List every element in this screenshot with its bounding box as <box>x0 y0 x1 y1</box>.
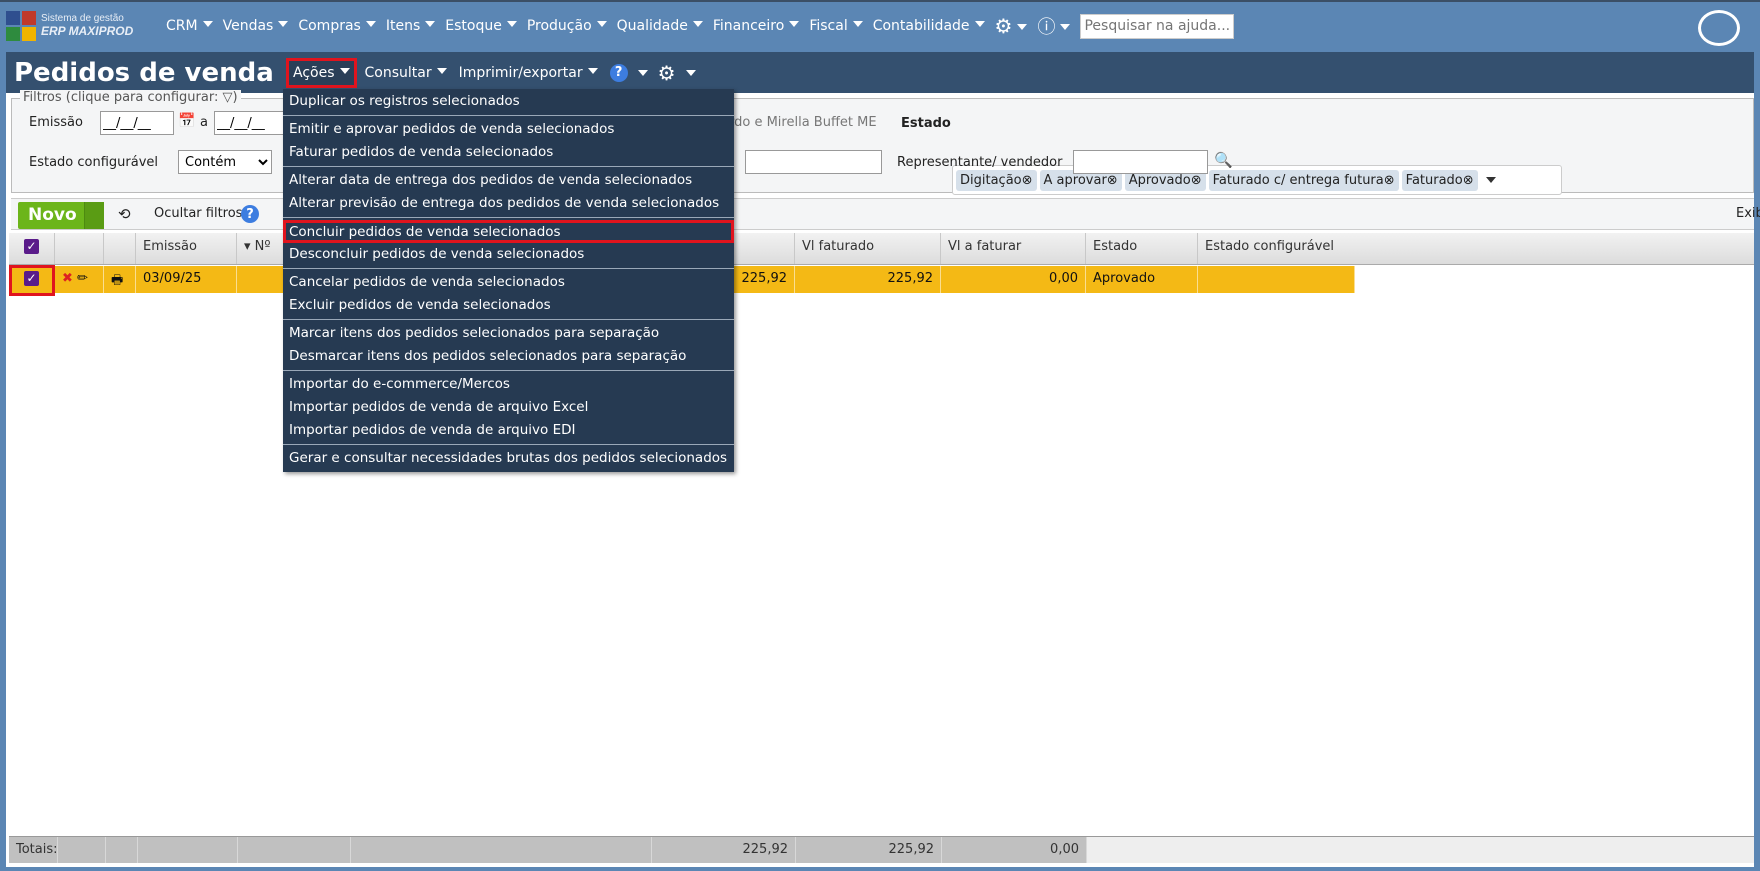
col-vl-a-faturar[interactable]: Vl a faturar <box>941 233 1086 264</box>
estado-configuravel-label: Estado configurável <box>29 155 159 170</box>
help-icon[interactable]: ? <box>609 63 628 82</box>
representante-input[interactable] <box>1073 150 1208 174</box>
col-vl-faturado[interactable]: Vl faturado <box>795 233 941 264</box>
caret-down-icon <box>789 21 800 27</box>
menu-importar-edi[interactable]: Importar pedidos de venda de arquivo EDI <box>283 419 734 442</box>
nav-qualidade[interactable]: Qualidade <box>617 18 703 34</box>
logo[interactable]: Sistema de gestão ERP MAXIPROD <box>6 11 156 41</box>
menu-desmarcar-separacao[interactable]: Desmarcar itens dos pedidos selecionados… <box>283 345 734 368</box>
main-panel: Pedidos de venda Ações Consultar Imprimi… <box>6 52 1760 867</box>
nav-compras[interactable]: Compras <box>298 18 376 34</box>
search-icon[interactable]: 🔍 <box>1214 151 1233 169</box>
edit-pencil-icon[interactable]: ✏ <box>77 271 88 286</box>
menu-importar-excel[interactable]: Importar pedidos de venda de arquivo Exc… <box>283 396 734 419</box>
acoes-dropdown-menu: Duplicar os registros selecionados Emiti… <box>283 89 734 472</box>
settings-gear-icon[interactable]: ⚙ <box>995 14 1028 38</box>
exibir-partial[interactable]: Exib <box>1736 206 1760 221</box>
page-title: Pedidos de venda <box>14 57 274 88</box>
help-search-input[interactable] <box>1080 13 1235 39</box>
caret-down-icon <box>202 21 213 27</box>
acoes-menu-button[interactable]: Ações <box>286 57 357 88</box>
menu-desconcluir[interactable]: Desconcluir pedidos de venda selecionado… <box>283 243 734 266</box>
menu-emitir-aprovar[interactable]: Emitir e aprovar pedidos de venda seleci… <box>283 118 734 141</box>
caret-down-icon <box>425 21 436 27</box>
help-icon[interactable]: ? <box>241 205 259 223</box>
help-circle-icon[interactable]: ⓘ <box>1037 13 1071 39</box>
novo-button[interactable]: Novo <box>18 202 104 229</box>
logo-line2: ERP MAXIPROD <box>41 24 134 38</box>
calendar-icon[interactable]: 📅 <box>178 113 195 129</box>
nav-contabilidade[interactable]: Contabilidade <box>873 18 985 34</box>
menu-cancelar[interactable]: Cancelar pedidos de venda selecionados <box>283 271 734 294</box>
nav-itens[interactable]: Itens <box>386 18 436 34</box>
emissao-to-input[interactable] <box>214 111 288 135</box>
estado-label: Estado <box>901 116 951 131</box>
delete-icon[interactable]: ✖ <box>62 271 73 286</box>
menu-necessidades-brutas[interactable]: Gerar e consultar necessidades brutas do… <box>283 447 734 470</box>
gear-icon[interactable]: ⚙ <box>658 61 676 85</box>
col-estado-configuravel[interactable]: Estado configurável <box>1198 233 1754 264</box>
nav-fiscal[interactable]: Fiscal <box>809 18 863 34</box>
cliente-partial: rdo e Mirella Buffet ME <box>729 115 877 130</box>
nav-producao[interactable]: Produção <box>527 18 607 34</box>
nav-crm[interactable]: CRM <box>166 18 213 34</box>
menu-importar-ecommerce[interactable]: Importar do e-commerce/Mercos <box>283 373 734 396</box>
top-navigation: Sistema de gestão ERP MAXIPROD CRM Vendas… <box>0 0 1760 50</box>
menu-marcar-separacao[interactable]: Marcar itens dos pedidos selecionados pa… <box>283 322 734 345</box>
total-vl-faturado: 225,92 <box>796 837 942 863</box>
emissao-label: Emissão <box>29 115 83 130</box>
estado-tag[interactable]: Faturado c/ entrega futura⊗ <box>1208 169 1399 191</box>
title-bar: Pedidos de venda Ações Consultar Imprimi… <box>6 52 1754 93</box>
refresh-icon[interactable]: ⟲ <box>118 205 131 223</box>
filters-panel: Filtros (clique para configurar: ▽) Emis… <box>11 90 1754 195</box>
consultar-menu-button[interactable]: Consultar <box>361 61 451 85</box>
filter-icon: ▽ <box>222 90 233 105</box>
total-vl-a-faturar: 0,00 <box>942 837 1087 863</box>
menu-excluir[interactable]: Excluir pedidos de venda selecionados <box>283 294 734 317</box>
nav-estoque[interactable]: Estoque <box>445 18 517 34</box>
col-estado[interactable]: Estado <box>1086 233 1198 264</box>
ocultar-filtros-button[interactable]: Ocultar filtros <box>154 206 242 221</box>
estado-configuravel-operator[interactable]: Contém <box>178 150 272 174</box>
caret-down-icon <box>852 21 863 27</box>
a-label: a <box>200 115 208 130</box>
menu-alterar-previsao-entrega[interactable]: Alterar previsão de entrega dos pedidos … <box>283 192 734 215</box>
chat-bubble-icon[interactable] <box>1698 10 1740 46</box>
caret-down-icon <box>692 21 703 27</box>
cell-emissao: 03/09/25 <box>136 266 237 293</box>
emissao-from-input[interactable] <box>100 111 174 135</box>
caret-down-icon <box>506 21 517 27</box>
nav-financeiro[interactable]: Financeiro <box>713 18 800 34</box>
toolbar: Novo ⟲ Ocultar filtros ? Exib <box>11 198 1760 230</box>
print-icon[interactable]: 🖶 <box>104 266 136 293</box>
totals-label: Totais: <box>9 837 58 863</box>
estado-tag[interactable]: Faturado⊗ <box>1401 169 1478 191</box>
filters-legend[interactable]: Filtros (clique para configurar: ▽) <box>20 90 241 105</box>
cell-vl-faturado: 225,92 <box>795 266 941 293</box>
estado-tag[interactable]: Digitação⊗ <box>956 169 1037 191</box>
representante-label: Representante/ vendedor <box>897 155 1063 170</box>
row-checkbox-highlight <box>9 265 55 296</box>
select-all-checkbox[interactable]: ✓ <box>24 239 39 254</box>
cliente-input[interactable] <box>745 150 882 174</box>
cell-vl-a-faturar: 0,00 <box>941 266 1086 293</box>
caret-down-icon <box>365 21 376 27</box>
novo-dropdown[interactable] <box>84 202 104 229</box>
total-vl-total: 225,92 <box>652 837 796 863</box>
caret-down-icon <box>596 21 607 27</box>
menu-alterar-data-entrega[interactable]: Alterar data de entrega dos pedidos de v… <box>283 169 734 192</box>
caret-down-icon[interactable] <box>1485 177 1496 183</box>
table-header: ✓ Emissão ▾ Nº Vl faturado Vl a faturar … <box>9 233 1754 265</box>
caret-down-icon <box>278 21 289 27</box>
totals-row: Totais: 225,92 225,92 0,00 <box>9 836 1754 863</box>
imprimir-exportar-menu-button[interactable]: Imprimir/exportar <box>455 61 602 85</box>
menu-duplicar[interactable]: Duplicar os registros selecionados <box>283 90 734 113</box>
cell-estado: Aprovado <box>1086 266 1198 293</box>
menu-faturar[interactable]: Faturar pedidos de venda selecionados <box>283 141 734 164</box>
nav-vendas[interactable]: Vendas <box>223 18 289 34</box>
logo-icon <box>6 11 36 41</box>
col-emissao[interactable]: Emissão <box>136 233 237 264</box>
caret-down-icon <box>974 21 985 27</box>
menu-concluir[interactable]: Concluir pedidos de venda selecionados <box>283 220 734 243</box>
